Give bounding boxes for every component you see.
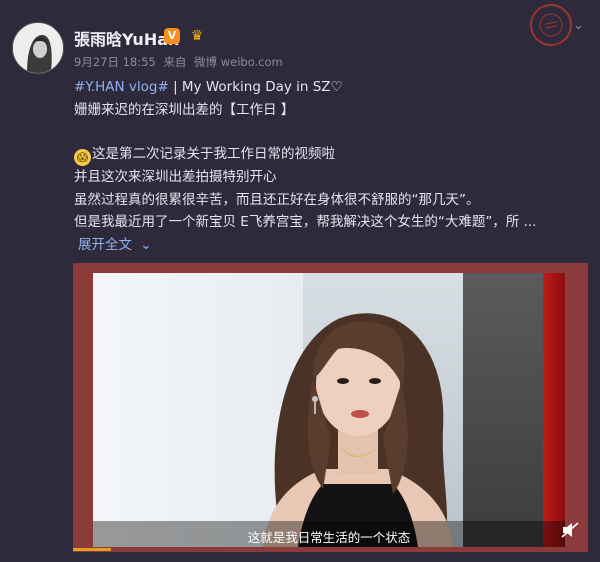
video-subtitle: 这就是我日常生活的一个状态 <box>247 530 411 545</box>
post-source[interactable]: 微博 weibo.com <box>194 55 283 69</box>
post-line-emoji: 😱 这是第二次记录关于我工作日常的视频啦 <box>74 143 574 166</box>
video-progress-bar[interactable] <box>73 548 111 551</box>
verified-badge-icon: V <box>164 28 180 44</box>
post-meta: 9月27日 18:55 来自 微博 weibo.com <box>74 54 287 70</box>
post-text: #Y.HAN vlog# | My Working Day in SZ♡ 姗姗来… <box>74 76 574 256</box>
video-person-image <box>263 313 453 547</box>
watermark-stamp <box>526 0 576 50</box>
post-line: 姗姗来迟的在深圳出差的【工作日 】 <box>74 101 295 118</box>
volume-mute-icon[interactable] <box>561 522 579 538</box>
video-player[interactable]: 这就是我日常生活的一个状态 <box>73 263 588 552</box>
post-line-title: #Y.HAN vlog# | My Working Day in SZ♡ <box>74 76 574 99</box>
post-title-text: | My Working Day in SZ♡ <box>168 79 343 95</box>
chevron-down-icon[interactable]: ⌄ <box>140 237 151 253</box>
chevron-down-icon[interactable]: ⌄ <box>573 18 584 33</box>
post-from-label: 来自 <box>163 55 187 69</box>
post-line: 虽然过程真的很累很辛苦，而且还正好在身体很不舒服的“那几天”。 <box>74 191 480 208</box>
hashtag-link[interactable]: #Y.HAN vlog# <box>74 79 169 95</box>
post-line-text: 这是第二次记录关于我工作日常的视频啦 <box>92 146 335 162</box>
astonished-face-icon: 😱 <box>74 149 91 166</box>
post-time[interactable]: 9月27日 18:55 <box>74 55 156 69</box>
avatar[interactable] <box>12 22 64 74</box>
vip-crown-icon: ♛ <box>190 28 204 44</box>
video-frame[interactable]: 这就是我日常生活的一个状态 <box>93 273 565 547</box>
expand-full-text-link[interactable]: 展开全文 <box>78 237 132 253</box>
post-line: 但是我最近用了一个新宝贝 E飞养宫宝，帮我解决这个女生的“大难题”，所 ... <box>74 214 537 230</box>
post-line: 并且这次来深圳出差拍摄特别开心 <box>74 169 277 185</box>
